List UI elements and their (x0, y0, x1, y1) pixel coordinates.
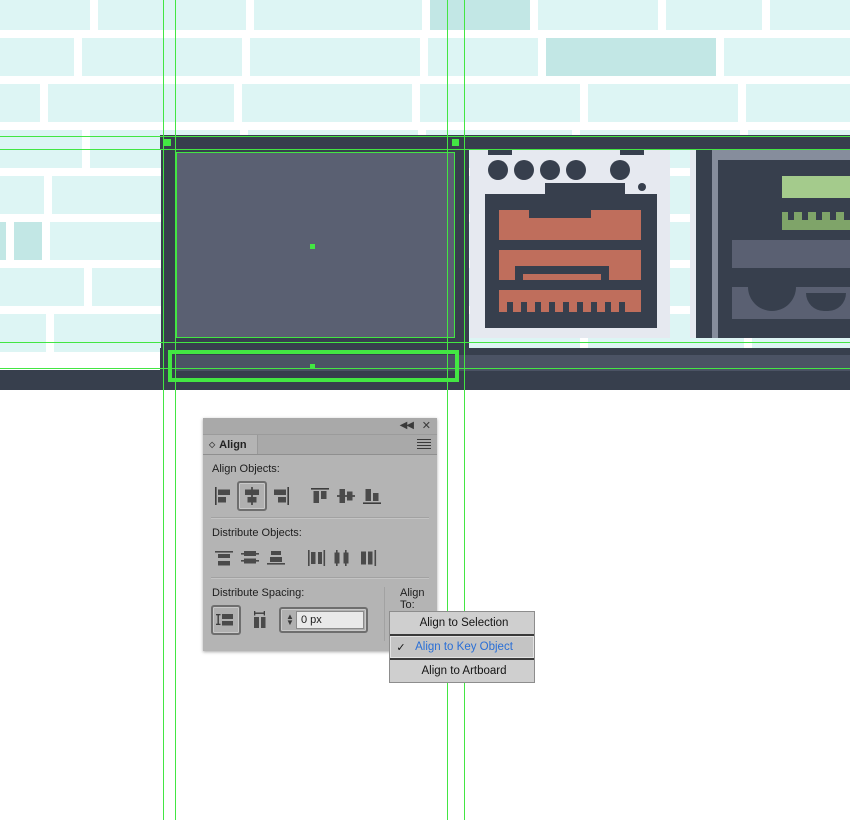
vertical-align-top-button[interactable] (307, 483, 333, 509)
oven-knob[interactable] (610, 160, 630, 180)
vertical-align-center-button[interactable] (333, 483, 359, 509)
key-object-center-anchor (310, 364, 315, 369)
horizontal-align-right-button[interactable] (267, 483, 293, 509)
oven-top-tab (488, 150, 512, 155)
menu-item-label: Align to Artboard (421, 665, 507, 677)
align-to-label: Align To: (400, 587, 425, 611)
distribute-objects-button-row (211, 545, 429, 571)
horizontal-guide (0, 136, 850, 137)
vertical-distribute-spacing-button[interactable] (211, 605, 241, 635)
vertical-guide (464, 0, 465, 820)
bowl-shape (748, 287, 796, 311)
distribute-spacing-group: Distribute Spacing: ▲ ▼ 0 px (211, 587, 368, 641)
tab-align-label: Align (219, 438, 247, 451)
align-objects-button-row (211, 481, 429, 511)
checkmark-icon: ✓ (396, 641, 406, 654)
appliance-shelf (732, 240, 850, 268)
oven-coil-notch (601, 266, 609, 280)
horizontal-distribute-center-button[interactable] (329, 545, 355, 571)
section-divider (211, 517, 429, 519)
spacing-stepper[interactable]: ▲ ▼ 0 px (279, 607, 368, 633)
horizontal-align-left-button[interactable] (211, 483, 237, 509)
align-to-dropdown-menu[interactable]: Align to Selection ✓ Align to Key Object… (389, 611, 535, 683)
brick-row (0, 38, 850, 84)
panel-tab-row[interactable]: ◇ Align (203, 435, 437, 455)
menu-item-align-to-artboard[interactable]: Align to Artboard (390, 660, 534, 682)
menu-item-align-to-key-object[interactable]: ✓ Align to Key Object (390, 634, 534, 660)
close-icon[interactable]: ✕ (422, 420, 431, 432)
distribute-objects-label: Distribute Objects: (212, 527, 302, 539)
counter-top-bar-right[interactable] (678, 135, 850, 149)
panel-menu-icon[interactable] (417, 439, 431, 451)
oven-indicator-dot (638, 183, 646, 191)
oven-knob[interactable] (488, 160, 508, 180)
appliance-shelf (732, 287, 850, 319)
menu-item-label: Align to Key Object (415, 641, 513, 653)
section-divider (211, 577, 429, 579)
panel-titlebar[interactable]: ◀◀ ✕ (203, 418, 437, 435)
horizontal-guide (0, 149, 850, 150)
appliance-green-teeth (782, 212, 850, 230)
appliance-green-bar (782, 176, 850, 198)
brick-row (0, 0, 850, 38)
vertical-distribute-bottom-button[interactable] (263, 545, 289, 571)
bowl-shape (806, 293, 846, 311)
selected-rectangle-bounds[interactable] (176, 152, 455, 338)
spacing-input[interactable]: 0 px (296, 611, 364, 629)
distribute-spacing-label: Distribute Spacing: (212, 587, 305, 599)
vertical-align-bottom-button[interactable] (359, 483, 385, 509)
vertical-distribute-top-button[interactable] (211, 545, 237, 571)
horizontal-distribute-spacing-button[interactable] (247, 607, 273, 633)
distribute-spacing-controls: ▲ ▼ 0 px (211, 605, 368, 635)
stepper-down-icon[interactable]: ▼ (286, 619, 294, 627)
brick-row (0, 84, 850, 130)
appliance-left-bar (696, 150, 712, 338)
horizontal-distribute-right-button[interactable] (355, 545, 381, 571)
oven-knob[interactable] (540, 160, 560, 180)
oven-window (485, 194, 657, 328)
horizontal-distribute-left-button[interactable] (303, 545, 329, 571)
selection-handle[interactable] (452, 139, 459, 146)
collapse-double-left-icon[interactable]: ◀◀ (400, 420, 414, 432)
oven-knob[interactable] (566, 160, 586, 180)
vertical-guide (163, 0, 164, 820)
oven-top-tab (620, 150, 644, 155)
tab-diamond-icon: ◇ (209, 440, 216, 449)
right-appliance[interactable] (690, 150, 850, 338)
oven-knob[interactable] (514, 160, 534, 180)
stepper-arrows-icon[interactable]: ▲ ▼ (284, 613, 296, 627)
oven-coil-notch (529, 210, 591, 218)
align-objects-label: Align Objects: (212, 463, 280, 475)
vertical-distribute-center-button[interactable] (237, 545, 263, 571)
selection-center-anchor (310, 244, 315, 249)
oven-coil-notch (515, 266, 523, 280)
menu-item-align-to-selection[interactable]: Align to Selection (390, 612, 534, 634)
vertical-guide (447, 0, 448, 820)
horizontal-align-center-button[interactable] (237, 481, 267, 511)
oven-coil-notch (523, 266, 601, 274)
horizontal-guide (0, 342, 850, 343)
selection-handle[interactable] (164, 139, 171, 146)
appliance-notch (737, 183, 773, 197)
vertical-guide (175, 0, 176, 820)
menu-item-label: Align to Selection (419, 617, 509, 629)
tab-align[interactable]: ◇ Align (203, 435, 258, 454)
